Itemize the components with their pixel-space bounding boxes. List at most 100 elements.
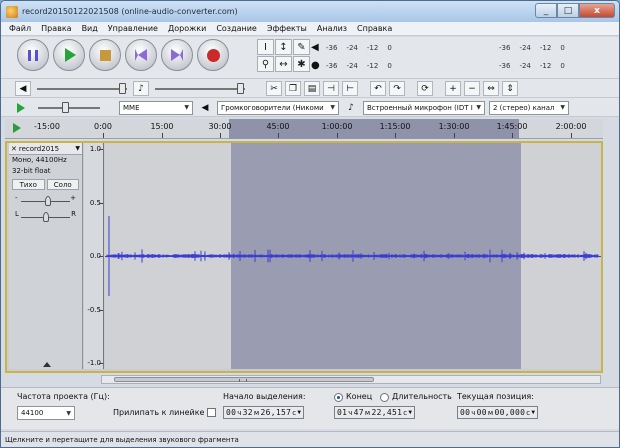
sync-lock-icon[interactable]: ⟳ (417, 81, 433, 96)
slider-knob[interactable] (45, 196, 51, 206)
time-label: 0:00 (94, 122, 112, 131)
track-name-menu[interactable]: ✕ record2015 ▼ (9, 143, 82, 155)
skip-to-start-button[interactable] (125, 39, 157, 71)
waveform-canvas[interactable] (105, 143, 601, 369)
multi-tool-icon[interactable]: ✱ (293, 56, 310, 72)
copy-icon[interactable]: ❐ (285, 81, 301, 96)
undo-icon[interactable]: ↶ (370, 81, 386, 96)
menu-edit[interactable]: Правка (41, 24, 71, 33)
record-meter-right: -36 -24 -12 0 (499, 59, 565, 73)
solo-button[interactable]: Соло (46, 179, 79, 190)
skip-end-icon (171, 49, 183, 61)
audio-position-time[interactable]: 00 ч 00 м 00,000 с ▼ (457, 406, 539, 419)
menu-analyze[interactable]: Анализ (317, 24, 347, 33)
input-mic-icon: ♪ (348, 102, 354, 113)
scrollbar-thumb[interactable] (114, 377, 374, 382)
skip-start-icon (135, 49, 147, 61)
silence-icon[interactable]: ⊢ (342, 81, 358, 96)
length-radio[interactable] (380, 393, 389, 402)
end-radio[interactable] (334, 393, 343, 402)
mic-volume-icon: ♪ (133, 81, 149, 96)
minimize-button[interactable]: _ (535, 3, 557, 18)
channels-select[interactable]: 2 (стерео) канал ▼ (489, 100, 569, 115)
record-button[interactable] (197, 39, 229, 71)
gain-plus-label: + (70, 194, 76, 202)
play-speed-slider[interactable] (38, 101, 100, 113)
timeshift-tool-icon[interactable]: ↔ (275, 56, 292, 72)
menu-tracks[interactable]: Дорожки (168, 24, 206, 33)
maximize-button[interactable]: □ (557, 3, 579, 18)
stop-button[interactable] (89, 39, 121, 71)
menu-generate[interactable]: Создание (216, 24, 257, 33)
selection-start-time[interactable]: 00 ч 32 м 26,157 с ▼ (223, 406, 305, 419)
time-label: 30:00 (208, 122, 232, 131)
skip-to-end-button[interactable] (161, 39, 193, 71)
gain-slider[interactable]: - + (15, 194, 76, 208)
window-controls: _ □ x (535, 3, 615, 20)
input-device-select[interactable]: Встроенный микрофон (IDT I ▼ (363, 100, 485, 115)
collapse-track-icon[interactable] (43, 362, 51, 367)
paste-icon[interactable]: ▤ (304, 81, 320, 96)
gain-minus-label: - (15, 194, 18, 202)
record-volume-slider[interactable] (155, 82, 245, 94)
close-track-icon[interactable]: ✕ (11, 145, 17, 153)
meter-tick: -24 (346, 62, 358, 70)
length-radio-label: Длительность (392, 392, 452, 401)
redo-icon[interactable]: ↷ (389, 81, 405, 96)
play-at-speed-icon[interactable] (17, 102, 25, 113)
slider-knob[interactable] (62, 101, 69, 113)
selection-end-time[interactable]: 01 ч 47 м 22,451 с ▼ (334, 406, 416, 419)
selection-tool-icon[interactable]: I (257, 39, 274, 55)
menu-effect[interactable]: Эффекты (267, 24, 307, 33)
menu-transport[interactable]: Управление (108, 24, 158, 33)
zoom-tool-icon[interactable]: ⚲ (257, 56, 274, 72)
trim-icon[interactable]: ⊣ (323, 81, 339, 96)
meter-tick: -36 (326, 44, 338, 52)
play-button[interactable] (53, 39, 85, 71)
zoom-in-icon[interactable]: + (445, 81, 461, 96)
chevron-down-icon: ▼ (560, 104, 565, 111)
fit-project-icon[interactable]: ⇕ (502, 81, 518, 96)
chevron-down-icon: ▼ (330, 104, 335, 111)
project-rate-label: Частота проекта (Гц): (17, 392, 110, 401)
project-rate-select[interactable]: 44100 ▼ (17, 406, 75, 420)
menu-view[interactable]: Вид (82, 24, 98, 33)
close-button[interactable]: x (579, 3, 615, 18)
slider-knob[interactable] (237, 82, 244, 94)
output-device-select[interactable]: Громкоговорители (Никоми ▼ (217, 100, 339, 115)
horizontal-scrollbar[interactable] (101, 375, 601, 384)
meter-tick: 0 (560, 44, 565, 52)
cut-icon[interactable]: ✂ (266, 81, 282, 96)
fit-selection-icon[interactable]: ⇔ (483, 81, 499, 96)
zoom-out-icon[interactable]: − (464, 81, 480, 96)
pause-button[interactable] (17, 39, 49, 71)
window-title: record20150122021508 (online-audio-conve… (22, 7, 238, 16)
envelope-tool-icon[interactable]: ↕ (275, 39, 292, 55)
menu-help[interactable]: Справка (357, 24, 392, 33)
slider-knob[interactable] (43, 212, 49, 222)
pan-left-label: L (15, 210, 19, 218)
slider-knob[interactable] (119, 82, 126, 94)
draw-tool-icon[interactable]: ✎ (293, 39, 310, 55)
title-bar[interactable]: record20150122021508 (online-audio-conve… (1, 1, 619, 22)
audio-track: ✕ record2015 ▼ Моно, 44100Hz 32-bit floa… (5, 141, 603, 373)
meter-tick: -12 (366, 62, 379, 70)
audio-host-select[interactable]: MME ▼ (119, 100, 193, 115)
time-label: 1:15:00 (379, 122, 411, 131)
timeline-ruler[interactable]: -15:00 0:00 15:00 30:00 45:00 1:00:00 1:… (5, 119, 603, 139)
mute-button[interactable]: Тихо (12, 179, 45, 190)
playback-volume-slider[interactable] (37, 82, 127, 94)
meter-tick: -12 (539, 62, 552, 70)
selection-start-label: Начало выделения: (223, 392, 306, 401)
chevron-down-icon: ▼ (66, 409, 71, 417)
pan-slider[interactable]: L R (15, 210, 76, 224)
snap-to-checkbox[interactable] (207, 408, 216, 417)
menu-file[interactable]: Файл (9, 24, 31, 33)
track-control-panel: ✕ record2015 ▼ Моно, 44100Hz 32-bit floa… (9, 143, 83, 369)
play-icon (65, 48, 76, 62)
chevron-down-icon: ▼ (476, 104, 481, 111)
record-icon (206, 48, 220, 62)
chevron-down-icon: ▼ (408, 409, 413, 416)
time-label: 1:45:00 (496, 122, 528, 131)
meter-tick: -24 (346, 44, 358, 52)
